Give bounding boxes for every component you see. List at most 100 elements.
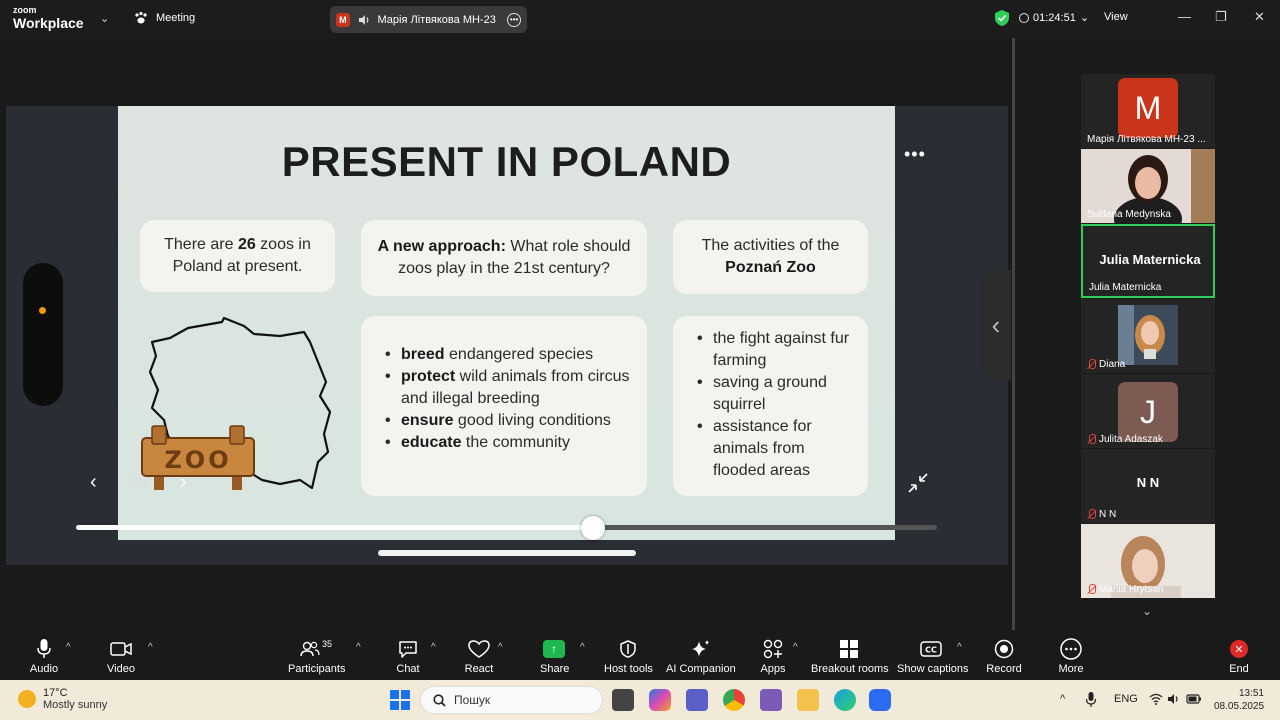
zoom-app-icon[interactable] — [869, 689, 891, 711]
ai-companion-label: AI Companion — [666, 663, 736, 675]
chat-label: Chat — [396, 663, 420, 675]
avatar: J — [1118, 382, 1178, 442]
share-label: Share — [540, 663, 570, 675]
volume-icon[interactable] — [1167, 693, 1181, 705]
active-speaker-indicator[interactable]: M Марія Літвякова МН-23 ан ••• — [330, 6, 527, 33]
chat-button[interactable]: Chat — [394, 638, 422, 675]
teams-icon[interactable] — [686, 689, 708, 711]
edge-icon[interactable] — [834, 689, 856, 711]
participant-tile[interactable]: J Julita Adaszak — [1081, 374, 1215, 448]
meeting-timer[interactable]: 01:24:51 ⌄ — [1019, 11, 1089, 24]
roles-list-item-text: endangered species — [444, 346, 594, 363]
participant-tile[interactable]: Mariia Hrytsan — [1081, 524, 1215, 598]
slide-card-poznan: The activities of the Poznań Zoo — [673, 220, 868, 294]
meeting-menu-button[interactable]: Meeting — [134, 11, 195, 25]
avatar: M — [1118, 78, 1178, 138]
record-button[interactable]: Record — [986, 638, 1022, 675]
participant-name-text: Svitlana Medynska — [1087, 209, 1171, 220]
save-app-icon[interactable] — [760, 689, 782, 711]
more-button[interactable]: More — [1056, 638, 1086, 675]
card1-number: 26 — [237, 236, 256, 253]
minimize-icon[interactable]: — — [1178, 9, 1191, 24]
windows-start-icon[interactable] — [390, 690, 410, 710]
taskbar-search[interactable]: Пошук — [420, 686, 603, 714]
maximize-icon[interactable]: ❐ — [1215, 9, 1227, 25]
participant-gallery: M Марія Літвякова МН-23 ... Svitlana Med… — [1015, 38, 1280, 630]
chevron-up-icon[interactable]: ^ — [1060, 693, 1065, 705]
muted-mic-icon — [1087, 359, 1096, 370]
share-options-caret[interactable]: ^ — [580, 642, 585, 653]
slide-progress-bar[interactable] — [76, 516, 937, 540]
file-explorer-icon[interactable] — [797, 689, 819, 711]
end-meeting-button[interactable]: ✕ End — [1226, 638, 1252, 675]
battery-icon[interactable] — [1186, 693, 1202, 705]
card1-text: There are — [164, 236, 238, 253]
captions-options-caret[interactable]: ^ — [957, 642, 962, 653]
exit-fullscreen-icon[interactable] — [907, 472, 929, 494]
input-language[interactable]: ENG — [1114, 693, 1138, 705]
participant-tile[interactable]: Svitlana Medynska — [1081, 149, 1215, 223]
scroll-handle[interactable] — [378, 550, 636, 556]
chevron-down-icon[interactable]: ⌄ — [100, 12, 109, 25]
microphone-icon[interactable] — [1086, 692, 1096, 708]
participant-tile[interactable]: M Марія Літвякова МН-23 ... — [1081, 74, 1215, 148]
more-label: More — [1058, 663, 1084, 675]
presentation-slide: PRESENT IN POLAND There are 26 zoos in P… — [118, 106, 895, 540]
breakout-rooms-button[interactable]: Breakout rooms — [811, 638, 889, 675]
participants-icon — [300, 641, 320, 657]
search-icon — [433, 693, 446, 707]
participant-name-text: Mariia Hrytsan — [1099, 584, 1164, 595]
participant-tile[interactable]: N N N N — [1081, 449, 1215, 523]
participants-options-caret[interactable]: ^ — [356, 642, 361, 653]
task-view-icon[interactable] — [612, 689, 634, 711]
apps-button[interactable]: Apps — [759, 638, 787, 675]
shield-icon — [620, 640, 636, 658]
close-icon[interactable]: ✕ — [1254, 9, 1265, 25]
audio-button[interactable]: Audio — [28, 638, 60, 675]
view-button[interactable]: View — [1104, 11, 1128, 23]
apps-options-caret[interactable]: ^ — [793, 642, 798, 653]
wifi-icon[interactable] — [1149, 693, 1163, 705]
share-button[interactable]: ↑ Share — [540, 638, 570, 675]
chevron-down-icon[interactable]: ⌄ — [1142, 604, 1152, 618]
more-icon[interactable]: ••• — [507, 12, 521, 27]
participant-tile[interactable]: Diana — [1081, 299, 1215, 373]
participant-name: Julia Maternicka — [1089, 282, 1161, 293]
system-clock[interactable]: 13:51 08.05.2025 — [1214, 687, 1264, 713]
progress-knob[interactable] — [580, 516, 605, 540]
react-button[interactable]: React — [464, 638, 494, 675]
more-options-icon[interactable]: ••• — [904, 144, 926, 165]
slide-title: PRESENT IN POLAND — [281, 138, 732, 185]
participant-name: Svitlana Medynska — [1087, 209, 1171, 220]
chat-options-caret[interactable]: ^ — [431, 642, 436, 653]
expand-gallery-tab[interactable]: ‹ — [981, 270, 1011, 380]
next-slide-button[interactable]: › — [180, 471, 187, 494]
chrome-icon[interactable] — [723, 689, 745, 711]
copilot-icon[interactable] — [649, 689, 671, 711]
zoo-sign-image: ZOO — [141, 425, 255, 490]
end-label: End — [1229, 663, 1249, 675]
participants-button[interactable]: 35 Participants — [288, 638, 345, 675]
video-options-caret[interactable]: ^ — [148, 642, 153, 653]
video-button[interactable]: Video — [103, 638, 139, 675]
audio-options-caret[interactable]: ^ — [66, 642, 71, 653]
sparkle-icon — [692, 640, 709, 657]
slide-page-number: 7/11 — [128, 475, 151, 489]
chevron-down-icon: ⌄ — [1079, 12, 1090, 24]
participant-tile-active-speaker[interactable]: Julia Maternicka Julia Maternicka — [1081, 224, 1215, 298]
shield-check-icon[interactable] — [995, 10, 1009, 26]
apps-icon — [763, 639, 783, 659]
apps-label: Apps — [760, 663, 786, 675]
video-camera-icon — [110, 642, 132, 656]
annotation-toolbar-collapsed[interactable] — [23, 263, 63, 406]
ai-companion-button[interactable]: AI Companion — [666, 638, 736, 675]
video-feed — [1118, 305, 1178, 365]
show-captions-button[interactable]: CC Show captions — [897, 638, 969, 675]
weather-widget[interactable]: 17°C Mostly sunny — [18, 687, 107, 711]
previous-slide-button[interactable]: ‹ — [90, 471, 97, 494]
participant-name-text: N N — [1099, 509, 1117, 520]
host-tools-button[interactable]: Host tools — [604, 638, 653, 675]
record-label: Record — [986, 663, 1022, 675]
react-options-caret[interactable]: ^ — [498, 642, 503, 653]
slide-card-zoos: There are 26 zoos in Poland at present. — [140, 220, 335, 292]
